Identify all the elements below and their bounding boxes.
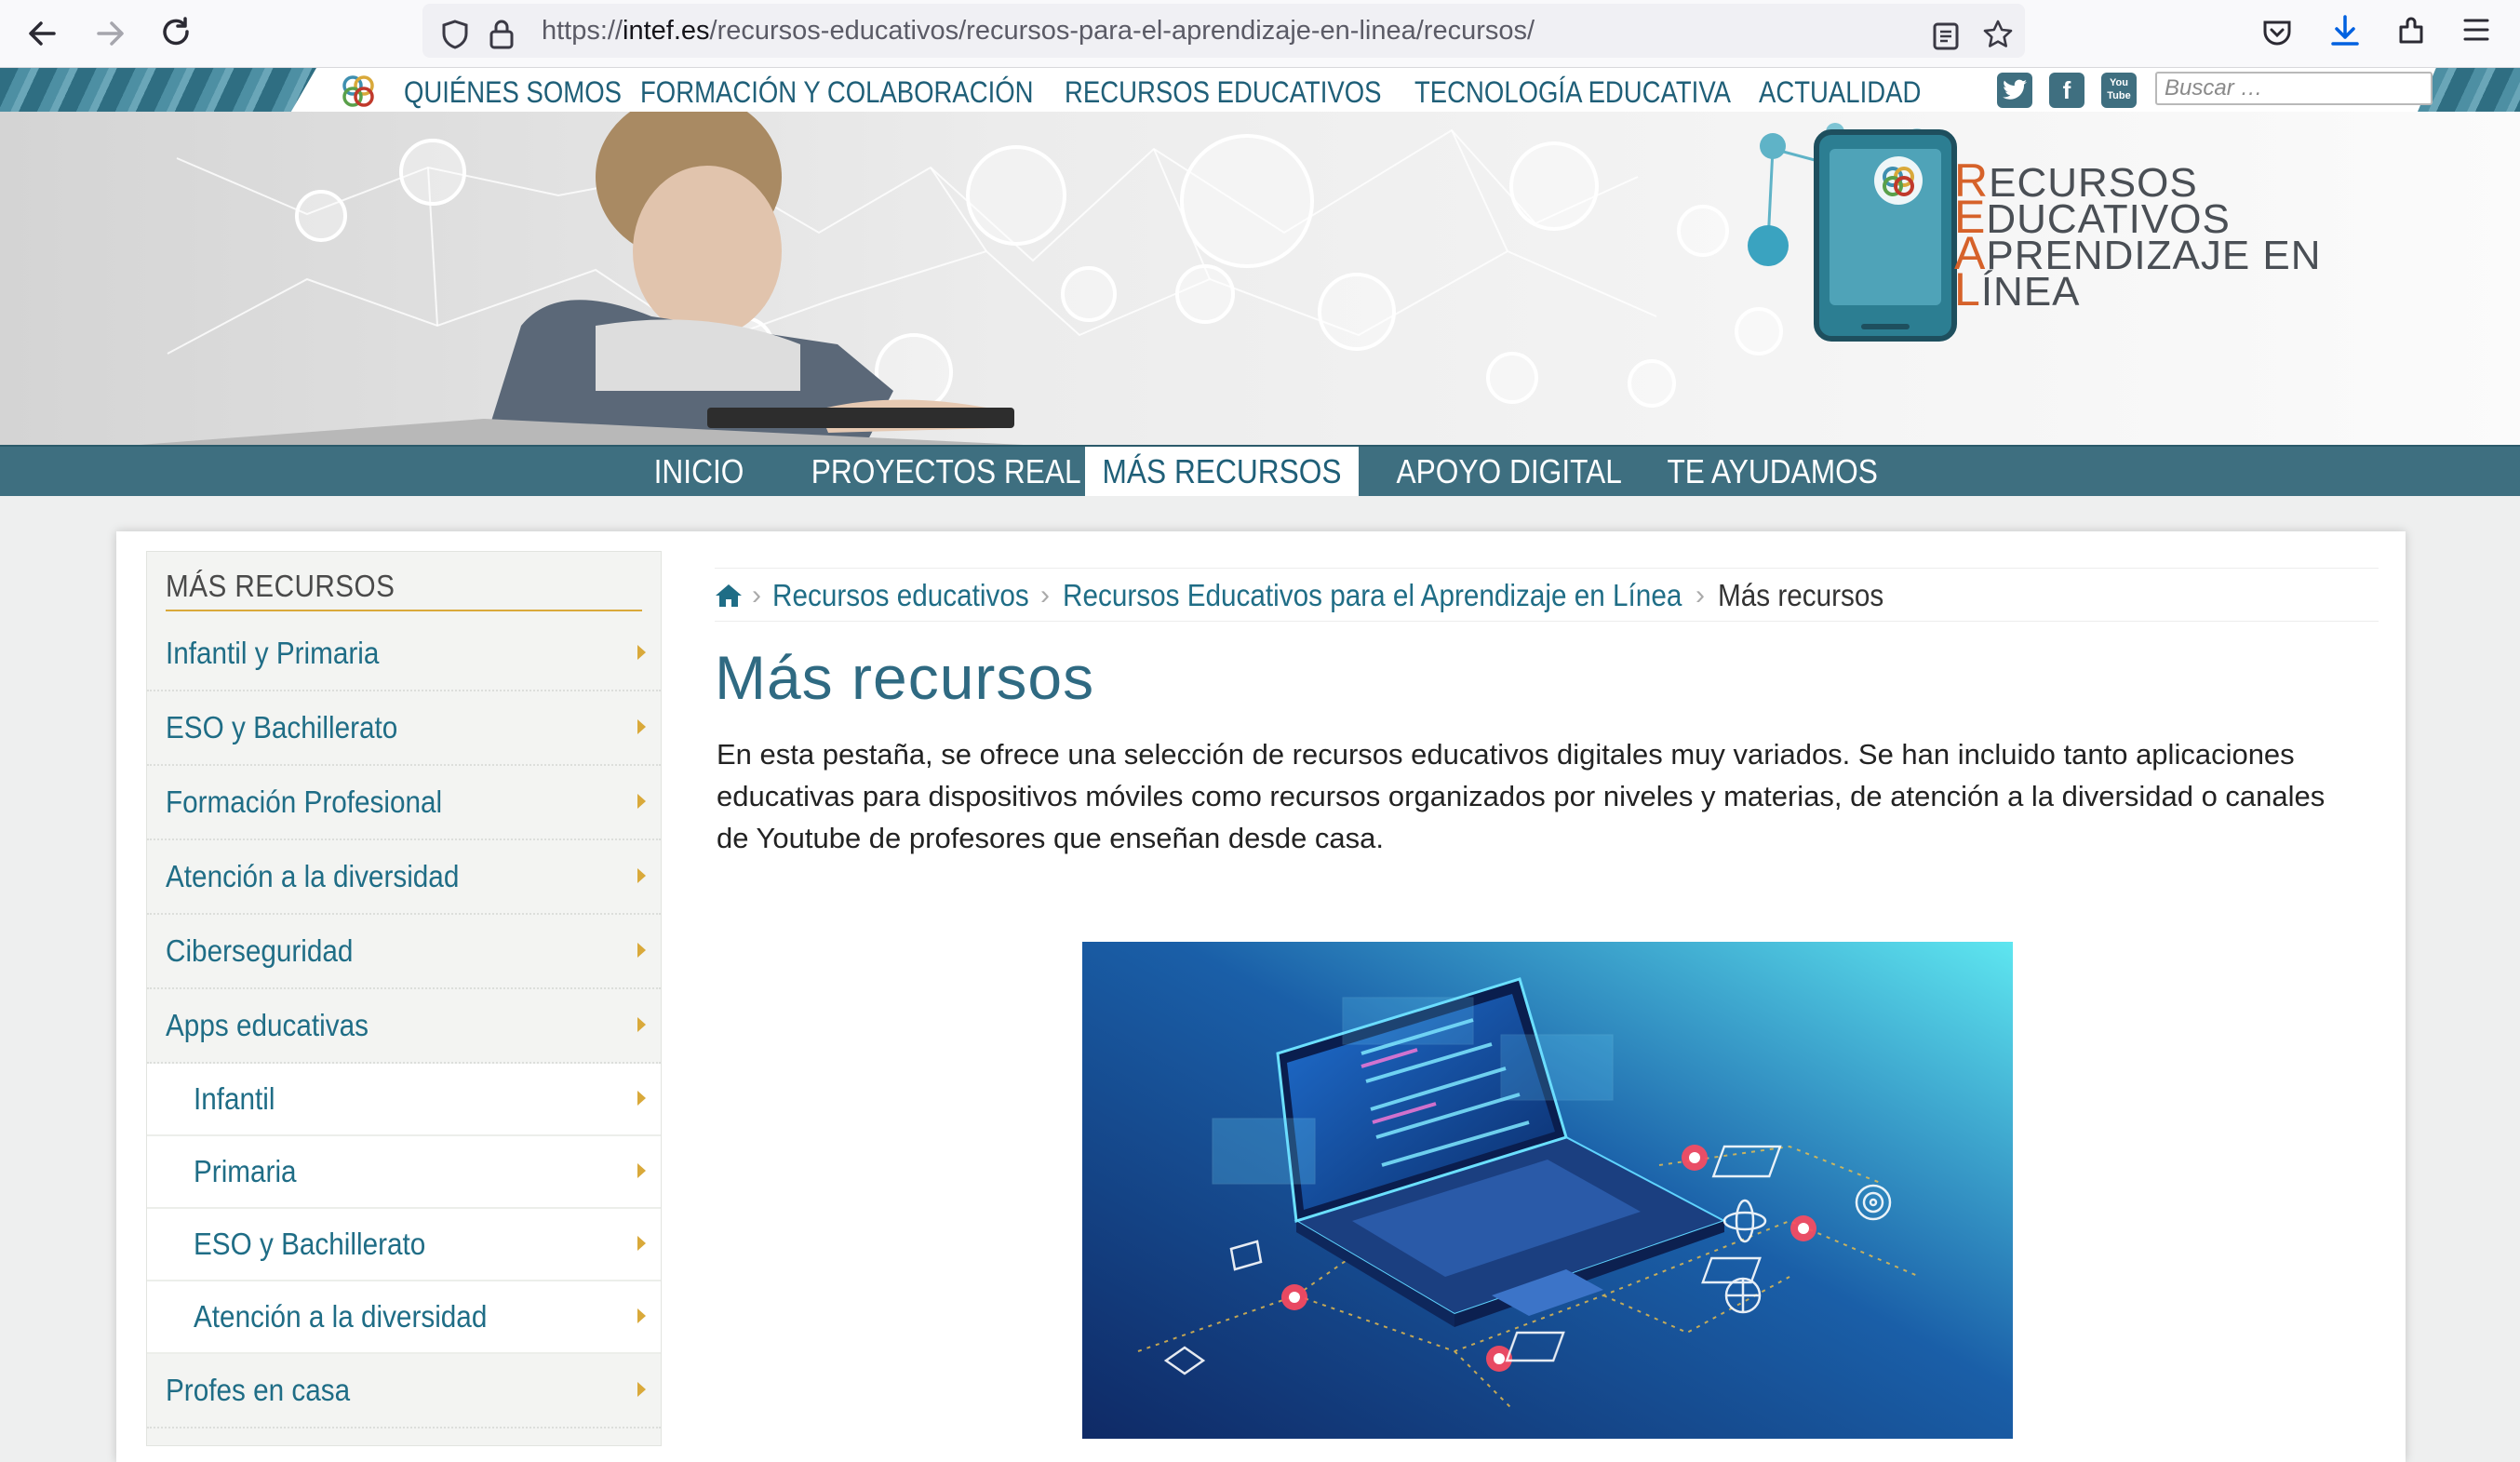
nav-recursos-educativos[interactable]: RECURSOS EDUCATIVOS: [1065, 68, 1381, 112]
chevron-right-icon: [637, 719, 646, 734]
sidebar-item-profes-en-casa[interactable]: Profes en casa: [147, 1354, 661, 1428]
sidebar-subitem-infantil[interactable]: Infantil: [147, 1064, 661, 1136]
chevron-right-icon: [637, 1017, 646, 1032]
page-title: Más recursos: [715, 643, 1095, 712]
tab-apoyo-digital[interactable]: APOYO DIGITAL: [1381, 447, 1622, 496]
banner: RECURSOS EDUCATIVOS APRENDIZAJE EN LÍNEA: [0, 112, 2520, 445]
site-top-nav: QUIÉNES SOMOS FORMACIÓN Y COLABORACIÓN R…: [0, 68, 2520, 112]
intef-logo-icon[interactable]: [339, 72, 378, 115]
facebook-icon[interactable]: f: [2049, 73, 2084, 108]
breadcrumb: › Recursos educativos › Recursos Educati…: [715, 568, 2379, 622]
youtube-icon[interactable]: You Tube: [2101, 73, 2137, 108]
tab-te-ayudamos[interactable]: TE AYUDAMOS: [1653, 447, 1883, 496]
home-icon[interactable]: [715, 583, 743, 613]
sidebar-subitem-eso-bachillerato[interactable]: ESO y Bachillerato: [147, 1209, 661, 1281]
nav-tecnologia-educativa[interactable]: TECNOLOGÍA EDUCATIVA: [1414, 68, 1731, 112]
browser-toolbar: https://intef.es/recursos-educativos/rec…: [0, 0, 2520, 68]
download-icon[interactable]: [2328, 13, 2362, 53]
chevron-right-icon: [637, 1091, 646, 1106]
breadcrumb-separator: ›: [1040, 580, 1050, 610]
sidebar-title: MÁS RECURSOS: [166, 565, 642, 611]
chevron-right-icon: [637, 1236, 646, 1251]
url-bar[interactable]: https://intef.es/recursos-educativos/rec…: [422, 4, 2025, 58]
sidebar-item-apps-educativas[interactable]: Apps educativas: [147, 989, 661, 1064]
chevron-right-icon: [637, 1308, 646, 1323]
sidebar-item-atencion-diversidad[interactable]: Atención a la diversidad: [147, 840, 661, 915]
breadcrumb-aprendizaje-en-linea[interactable]: Recursos Educativos para el Aprendizaje …: [1063, 569, 1750, 623]
hero-image: [1082, 942, 2013, 1439]
tab-proyectos-real[interactable]: PROYECTOS REAL: [793, 447, 1081, 496]
sidebar-item-eso-bachillerato[interactable]: ESO y Bachillerato: [147, 691, 661, 766]
section-nav: INICIO PROYECTOS REAL MÁS RECURSOS APOYO…: [0, 445, 2520, 496]
decorative-stripes: [0, 68, 316, 112]
breadcrumb-separator: ›: [1696, 580, 1705, 610]
forward-arrow-icon[interactable]: [87, 11, 132, 56]
twitter-icon[interactable]: [1997, 73, 2032, 108]
bookmark-star-icon[interactable]: [1982, 15, 2014, 69]
sidebar-item-infantil-primaria[interactable]: Infantil y Primaria: [147, 617, 661, 691]
breadcrumb-recursos-educativos[interactable]: Recursos educativos: [772, 569, 1057, 623]
chevron-right-icon: [637, 1382, 646, 1397]
tab-inicio[interactable]: INICIO: [638, 447, 759, 496]
sidebar-subitem-atencion-diversidad[interactable]: Atención a la diversidad: [147, 1281, 661, 1354]
chevron-right-icon: [637, 943, 646, 958]
url-text[interactable]: https://intef.es/recursos-educativos/rec…: [542, 4, 1535, 58]
chevron-right-icon: [637, 794, 646, 809]
tab-mas-recursos[interactable]: MÁS RECURSOS: [1085, 447, 1359, 496]
sidebar: MÁS RECURSOS Infantil y Primaria ESO y B…: [146, 551, 662, 1446]
sidebar-item-formacion-profesional[interactable]: Formación Profesional: [147, 766, 661, 840]
extensions-icon[interactable]: [2395, 14, 2429, 52]
nav-actualidad[interactable]: ACTUALIDAD: [1759, 68, 1921, 112]
chevron-right-icon: [637, 1163, 646, 1178]
breadcrumb-separator: ›: [752, 580, 761, 610]
intro-paragraph: En esta pestaña, se ofrece una selección…: [717, 738, 2326, 854]
menu-icon[interactable]: [2462, 17, 2490, 47]
nav-formacion-colaboracion[interactable]: FORMACIÓN Y COLABORACIÓN: [640, 68, 1034, 112]
chevron-right-icon: [637, 645, 646, 660]
shield-icon[interactable]: [439, 15, 471, 69]
nav-quienes-somos[interactable]: QUIÉNES SOMOS: [404, 68, 622, 112]
sidebar-item-ciberseguridad[interactable]: Ciberseguridad: [147, 915, 661, 989]
reload-icon[interactable]: [154, 11, 199, 56]
back-arrow-icon[interactable]: [20, 11, 65, 56]
lock-icon[interactable]: [488, 15, 516, 69]
reader-view-icon[interactable]: [1932, 16, 1960, 70]
decorative-stripes: [2418, 68, 2520, 112]
real-logo-text[interactable]: RECURSOS EDUCATIVOS APRENDIZAJE EN LÍNEA: [1954, 157, 2322, 313]
breadcrumb-current: Más recursos: [1718, 578, 1884, 612]
chevron-right-icon: [637, 868, 646, 883]
sidebar-subitem-primaria[interactable]: Primaria: [147, 1136, 661, 1209]
search-input[interactable]: Buscar …: [2155, 72, 2433, 105]
pocket-icon[interactable]: [2261, 17, 2293, 53]
